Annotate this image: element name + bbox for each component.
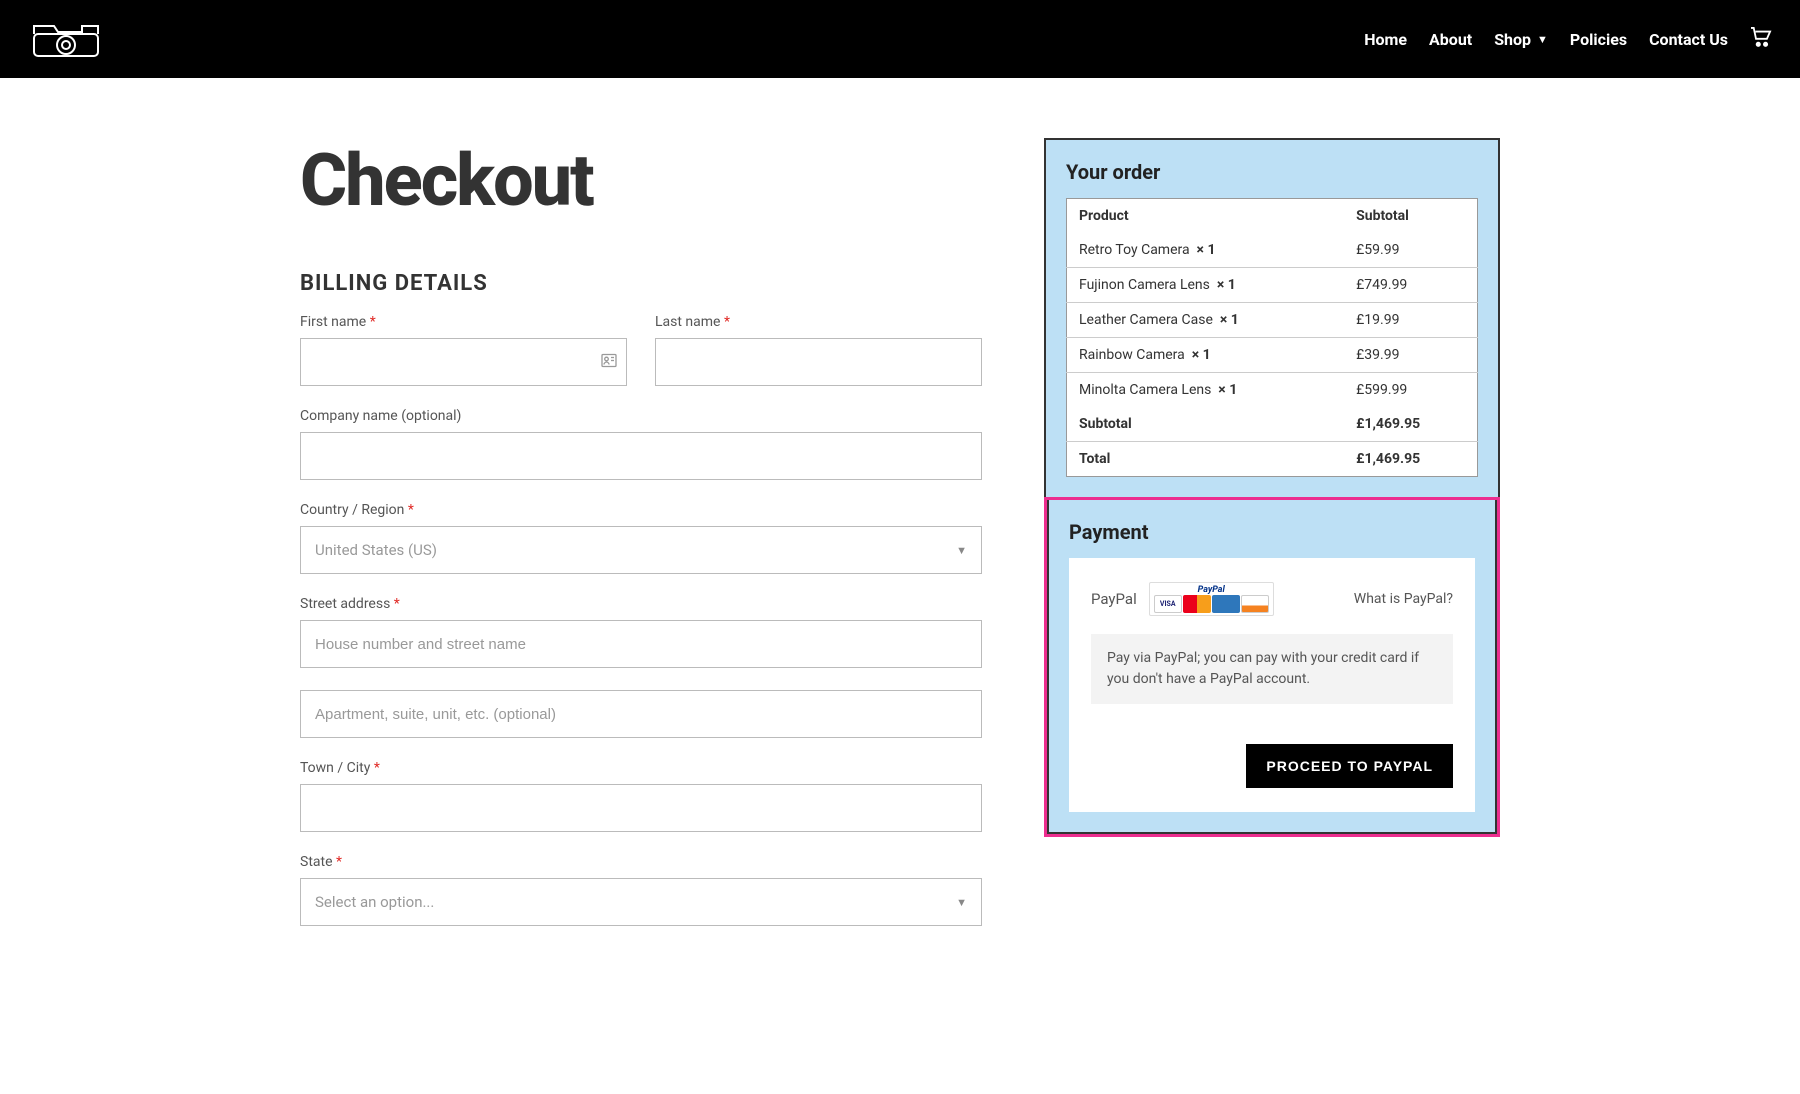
chevron-down-icon: ▼ [1537,33,1548,46]
payment-description: Pay via PayPal; you can pay with your cr… [1091,634,1453,704]
order-item-row: Minolta Camera Lens × 1£599.99 [1067,373,1478,408]
country-select[interactable]: United States (US) ▼ [300,526,982,574]
order-total-label: Total [1067,442,1345,477]
order-item-name: Leather Camera Case × 1 [1067,303,1345,338]
caret-down-icon: ▼ [956,896,967,909]
caret-down-icon: ▼ [956,544,967,557]
payment-method-label: PayPal [1091,590,1137,608]
order-item-row: Fujinon Camera Lens × 1£749.99 [1067,268,1478,303]
order-item-name: Retro Toy Camera × 1 [1067,233,1345,268]
order-item-price: £19.99 [1344,303,1477,338]
visa-icon: VISA [1154,595,1182,613]
order-item-row: Rainbow Camera × 1£39.99 [1067,338,1478,373]
order-subtotal-value: £1,469.95 [1344,407,1477,442]
checkout-main: Checkout BILLING DETAILS First name * [300,138,982,948]
order-item-name: Fujinon Camera Lens × 1 [1067,268,1345,303]
state-label: State * [300,854,982,870]
street-input-2[interactable] [300,690,982,738]
order-item-name: Minolta Camera Lens × 1 [1067,373,1345,408]
header: Home About Shop ▼ Policies Contact Us [0,0,1800,78]
order-item-price: £59.99 [1344,233,1477,268]
country-label: Country / Region * [300,502,982,518]
cart-icon[interactable] [1750,27,1772,51]
street-input-1[interactable] [300,620,982,668]
order-item-row: Leather Camera Case × 1£19.99 [1067,303,1478,338]
nav-policies[interactable]: Policies [1570,30,1627,49]
company-label: Company name (optional) [300,408,982,424]
country-value: United States (US) [315,541,437,559]
order-table: Product Subtotal Retro Toy Camera × 1£59… [1066,198,1478,477]
street-label: Street address * [300,596,982,612]
state-placeholder: Select an option... [315,893,434,911]
contact-card-icon [601,353,617,372]
order-item-price: £749.99 [1344,268,1477,303]
nav-home[interactable]: Home [1364,30,1407,49]
main-nav: Home About Shop ▼ Policies Contact Us [1364,27,1772,51]
paypal-mini-label: PayPal [1198,585,1225,595]
last-name-label: Last name * [655,314,982,330]
first-name-label: First name * [300,314,627,330]
company-input[interactable] [300,432,982,480]
amex-icon [1212,595,1240,613]
order-subtotal-label: Subtotal [1067,407,1345,442]
order-item-price: £599.99 [1344,373,1477,408]
order-item-name: Rainbow Camera × 1 [1067,338,1345,373]
camera-icon [28,18,104,60]
order-summary: Your order Product Subtotal Retro Toy Ca… [1044,138,1500,499]
payment-highlight: Payment PayPal PayPal VISA [1044,497,1500,837]
logo[interactable] [28,18,104,60]
order-header-subtotal: Subtotal [1344,199,1477,234]
nav-shop-label[interactable]: Shop [1494,30,1531,49]
payment-cards-icon: PayPal VISA [1149,582,1274,616]
discover-icon [1241,595,1269,613]
city-label: Town / City * [300,760,982,776]
order-item-price: £39.99 [1344,338,1477,373]
last-name-input[interactable] [655,338,982,386]
order-total-value: £1,469.95 [1344,442,1477,477]
order-header-product: Product [1067,199,1345,234]
nav-shop[interactable]: Shop ▼ [1494,30,1548,49]
first-name-input[interactable] [300,338,627,386]
payment-box: PayPal PayPal VISA W [1069,558,1475,812]
state-select[interactable]: Select an option... ▼ [300,878,982,926]
mastercard-icon [1183,595,1211,613]
nav-contact[interactable]: Contact Us [1649,30,1728,49]
proceed-to-paypal-button[interactable]: PROCEED TO PAYPAL [1246,744,1453,788]
city-input[interactable] [300,784,982,832]
sidebar: Your order Product Subtotal Retro Toy Ca… [1044,138,1500,837]
billing-heading: BILLING DETAILS [300,271,982,296]
order-item-row: Retro Toy Camera × 1£59.99 [1067,233,1478,268]
what-is-paypal-link[interactable]: What is PayPal? [1354,591,1453,607]
nav-about[interactable]: About [1429,30,1472,49]
order-title: Your order [1066,160,1478,184]
page-title: Checkout [300,138,982,223]
payment-title: Payment [1069,520,1475,544]
